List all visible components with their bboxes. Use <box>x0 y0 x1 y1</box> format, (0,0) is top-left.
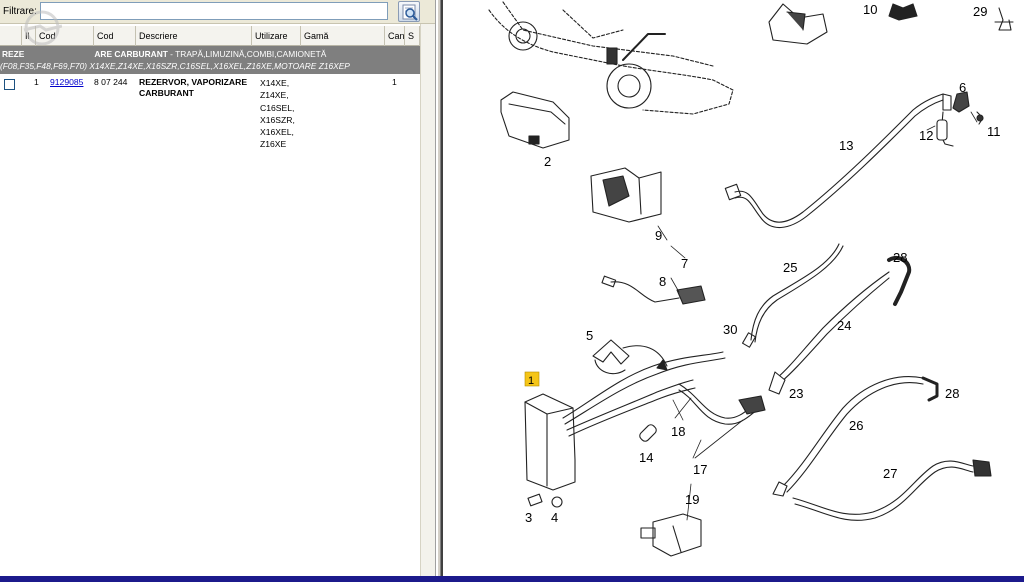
part-2-drawing <box>500 91 570 149</box>
callout-label-2[interactable]: 2 <box>544 154 551 169</box>
callout-label-24[interactable]: 24 <box>837 318 851 333</box>
leader-lines <box>657 111 978 521</box>
exploded-parts-diagram: 1 2 3 4 5 6 7 8 9 10 11 12 13 14 17 18 1… <box>488 1 1014 557</box>
table-row[interactable]: 1 9129085 8 07 244 REZERVOR, VAPORIZARE … <box>0 74 420 154</box>
callout-label-27[interactable]: 27 <box>883 466 897 481</box>
callout-label-19[interactable]: 19 <box>685 492 699 507</box>
group-title-rest: - TRAPĂ,LIMUZINĂ,COMBI,CAMIONETĂ <box>167 49 327 59</box>
table-header: Il Cod Cod Descriere Utilizare Gamă Can … <box>0 26 420 46</box>
filter-search-button[interactable] <box>398 1 420 22</box>
callout-label-1[interactable]: 1 <box>528 375 534 387</box>
callout-label-3[interactable]: 3 <box>525 510 532 525</box>
row-select-checkbox[interactable] <box>4 79 15 90</box>
row-quantity: 1 <box>392 77 397 87</box>
callout-label-12[interactable]: 12 <box>919 128 933 143</box>
callout-label-29[interactable]: 29 <box>973 4 987 19</box>
row-cod: 8 07 244 <box>94 77 128 87</box>
callout-label-18[interactable]: 18 <box>671 424 685 439</box>
group-title-prefix: REZE <box>2 49 25 59</box>
column-header-utilizare[interactable]: Utilizare <box>252 26 301 46</box>
callout-label-9[interactable]: 9 <box>655 228 662 243</box>
callout-label-28-lower[interactable]: 28 <box>945 386 959 401</box>
usage-item: X16SZR, <box>260 114 295 125</box>
parts-diagram-pane: 1 2 3 4 5 6 7 8 9 10 11 12 13 14 17 18 1… <box>441 0 1024 576</box>
vertical-scrollbar[interactable] <box>420 24 435 576</box>
callout-label-17[interactable]: 17 <box>693 462 707 477</box>
part-5-drawing <box>592 339 668 375</box>
row-part-number-link[interactable]: 9129085 <box>50 77 83 87</box>
part-1-drawing <box>524 351 726 508</box>
group-header-row[interactable]: REZE ARE CARBURANT - TRAPĂ,LIMUZINĂ,COMBI… <box>0 46 420 74</box>
callout-label-14[interactable]: 14 <box>639 450 653 465</box>
row-position: 1 <box>34 77 39 87</box>
callout-label-25[interactable]: 25 <box>783 260 797 275</box>
column-header-il[interactable]: Il <box>22 26 36 46</box>
part-14-drawing <box>639 424 657 442</box>
callout-label-4[interactable]: 4 <box>551 510 558 525</box>
callout-label-5[interactable]: 5 <box>586 328 593 343</box>
row-description: REZERVOR, VAPORIZARE CARBURANT <box>139 77 248 98</box>
column-header-cod-2[interactable]: Cod <box>94 26 136 46</box>
usage-item: X14XE, <box>260 78 290 88</box>
callout-label-26[interactable]: 26 <box>849 418 863 433</box>
row-usage: X14XE, Z14XE, C16SEL, X16SZR, X16XEL, Z1… <box>260 77 304 151</box>
part-19-drawing <box>640 513 702 557</box>
column-header-cantitate[interactable]: Can <box>385 26 405 46</box>
usage-item: Z14XE, <box>260 90 289 101</box>
column-header-gama[interactable]: Gamă <box>301 26 385 46</box>
part-17-drawing <box>678 383 766 425</box>
part-8-drawing <box>601 275 706 305</box>
car-wheels <box>508 21 652 109</box>
taskbar-strip <box>0 576 1024 582</box>
search-icon <box>402 4 418 21</box>
usage-item: C16SEL, <box>260 102 295 113</box>
callout-label-7[interactable]: 7 <box>681 256 688 271</box>
callout-label-8[interactable]: 8 <box>659 274 666 289</box>
callout-label-11[interactable]: 11 <box>987 124 1001 139</box>
column-header-cod[interactable]: Cod <box>36 26 94 46</box>
filter-label: Filtrare: <box>3 6 37 17</box>
column-header-select[interactable] <box>0 26 22 46</box>
callout-label-30[interactable]: 30 <box>723 322 737 337</box>
column-header-s[interactable]: S <box>405 26 420 46</box>
filter-bar: Filtrare: <box>0 0 435 24</box>
usage-item: X16XEL, <box>260 127 294 138</box>
part-9-drawing <box>590 167 662 223</box>
group-title: ARE CARBURANT <box>94 49 168 59</box>
callout-label-6[interactable]: 6 <box>959 80 966 95</box>
group-applicability: (F08,F35,F48,F69,F70) X14XE,Z14XE,X16SZR… <box>0 61 350 71</box>
usage-item: Z16XE <box>260 139 287 150</box>
filter-input[interactable] <box>40 2 388 20</box>
callout-label-10[interactable]: 10 <box>863 2 877 17</box>
parts-list-pane: Filtrare: Il Cod Cod Descriere Utilizare… <box>0 0 436 576</box>
part-13-drawing <box>724 91 984 229</box>
callout-label-28[interactable]: 28 <box>893 250 907 265</box>
callout-label-13[interactable]: 13 <box>839 138 853 153</box>
callout-label-23[interactable]: 23 <box>789 386 803 401</box>
column-header-descriere[interactable]: Descriere <box>136 26 252 46</box>
